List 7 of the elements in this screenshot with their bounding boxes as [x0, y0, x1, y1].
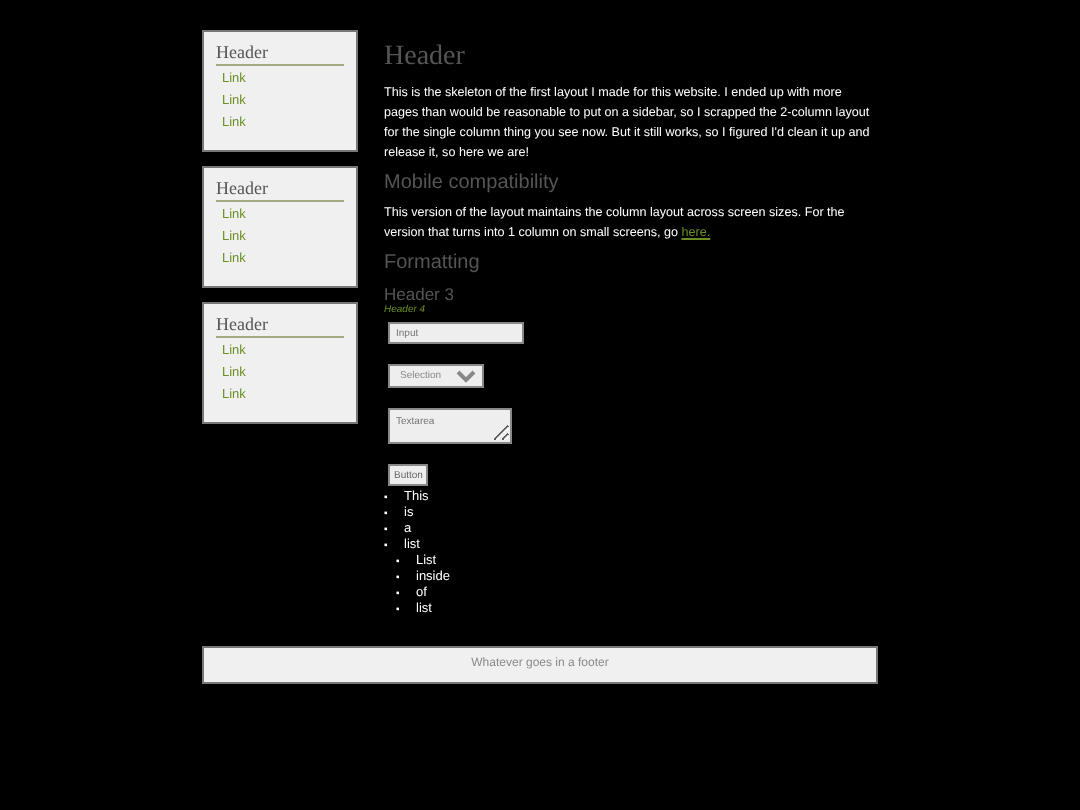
panel-header: Header	[216, 42, 344, 66]
panel-header: Header	[216, 178, 344, 202]
section-heading: Formatting	[384, 252, 482, 276]
section-heading: Mobile compatibility	[384, 172, 561, 196]
panel-header: Header	[216, 314, 344, 338]
page-title: Header	[384, 42, 467, 74]
sub-heading: Header 3	[384, 284, 456, 304]
